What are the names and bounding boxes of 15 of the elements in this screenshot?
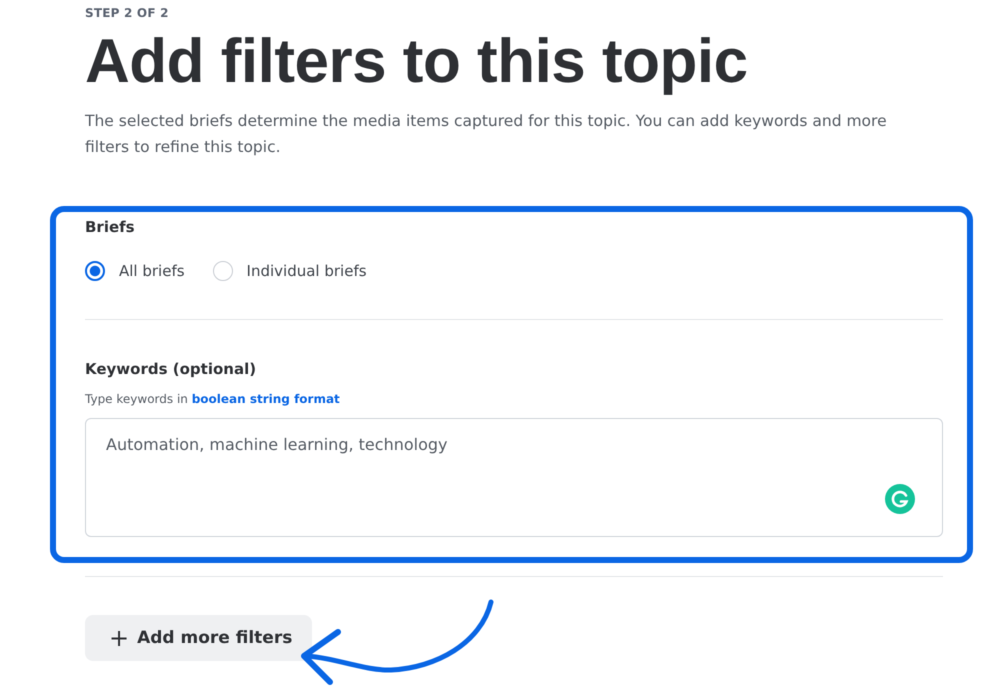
radio-label: All briefs: [119, 262, 185, 280]
grammar-assistant-icon[interactable]: [885, 484, 915, 514]
radio-label: Individual briefs: [246, 262, 367, 280]
section-label: Briefs: [85, 218, 136, 236]
radio-option[interactable]: All briefs: [85, 261, 185, 281]
add-filters-button[interactable]: + Add more filters: [85, 615, 312, 661]
section-label: Keywords (optional): [85, 360, 258, 378]
step-label: STEP 2 OF 2: [85, 6, 170, 20]
keywords-field[interactable]: Automation, machine learning, technology: [85, 418, 943, 537]
radio-icon[interactable]: [85, 261, 105, 281]
radio-option[interactable]: Individual briefs: [212, 261, 367, 281]
hint-text: Type keywords in boolean string format: [85, 392, 341, 406]
format-link[interactable]: boolean string format: [192, 392, 340, 406]
description: The selected briefs determine the media items captured for this topic. You can add keywords and more filters to refine this topic.: [85, 111, 888, 158]
page-title: Add filters to this topic: [85, 30, 749, 94]
